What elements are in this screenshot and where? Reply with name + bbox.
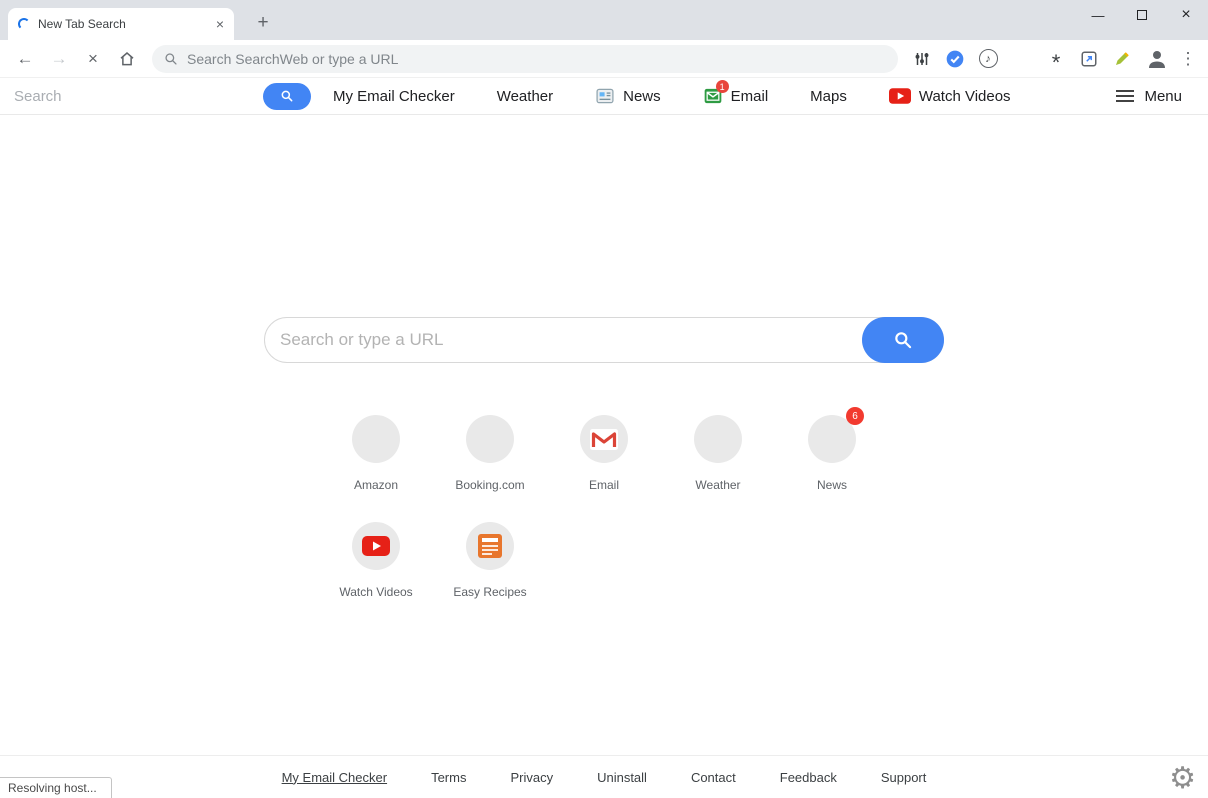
loading-spinner-icon bbox=[18, 18, 30, 30]
link-label: Maps bbox=[810, 88, 847, 105]
link-label: Watch Videos bbox=[919, 88, 1011, 105]
link-label: My Email Checker bbox=[333, 88, 455, 105]
person-icon bbox=[1145, 47, 1169, 71]
back-button[interactable]: ← bbox=[11, 45, 39, 73]
tab-close-icon[interactable]: × bbox=[216, 17, 224, 31]
profile-avatar[interactable] bbox=[1144, 46, 1170, 72]
stop-button[interactable]: × bbox=[79, 45, 107, 73]
toolbar-links: My Email Checker Weather News 1 Email Ma… bbox=[333, 86, 1011, 106]
new-tab-button[interactable]: + bbox=[250, 10, 276, 36]
tab-title: New Tab Search bbox=[38, 17, 208, 31]
shortcut-amazon[interactable]: Amazon bbox=[319, 415, 433, 492]
footer-link-terms[interactable]: Terms bbox=[431, 770, 466, 785]
window-controls: — × bbox=[1076, 0, 1208, 30]
window-maximize-button[interactable] bbox=[1120, 0, 1164, 30]
toolbar-link-email[interactable]: 1 Email bbox=[703, 86, 769, 106]
news-placeholder-icon: 6 bbox=[808, 415, 856, 463]
toolbar-menu-button[interactable]: Menu bbox=[1116, 88, 1182, 105]
shortcut-label: Weather bbox=[695, 478, 740, 492]
music-note-icon: ♪ bbox=[979, 49, 998, 68]
music-extension-icon[interactable]: ♪ bbox=[978, 49, 998, 69]
footer-link-uninstall[interactable]: Uninstall bbox=[597, 770, 647, 785]
shortcut-label: Email bbox=[589, 478, 619, 492]
page-search bbox=[264, 317, 944, 363]
shortcuts-grid: Amazon Booking.com Email Weather 6 News bbox=[319, 415, 889, 599]
footer-link-contact[interactable]: Contact bbox=[691, 770, 736, 785]
toolbar-search-button[interactable] bbox=[263, 83, 311, 110]
link-label: Email bbox=[731, 88, 769, 105]
shortcut-label: Easy Recipes bbox=[453, 585, 526, 599]
youtube-icon bbox=[352, 522, 400, 570]
video-play-icon bbox=[889, 88, 911, 104]
search-icon bbox=[893, 330, 913, 350]
shortcut-weather[interactable]: Weather bbox=[661, 415, 775, 492]
shortcut-label: News bbox=[817, 478, 847, 492]
news-badge: 6 bbox=[846, 407, 864, 425]
shortcut-label: Watch Videos bbox=[339, 585, 412, 599]
shortcut-email[interactable]: Email bbox=[547, 415, 661, 492]
equalizer-extension-icon[interactable] bbox=[912, 49, 932, 69]
toolbar-link-email-checker[interactable]: My Email Checker bbox=[333, 88, 455, 105]
link-label: News bbox=[623, 88, 661, 105]
shortcut-watch-videos[interactable]: Watch Videos bbox=[319, 522, 433, 599]
shortcut-label: Booking.com bbox=[455, 478, 524, 492]
share-extension-icon[interactable] bbox=[1079, 49, 1099, 69]
footer-link-support[interactable]: Support bbox=[881, 770, 927, 785]
toolbar-link-weather[interactable]: Weather bbox=[497, 88, 553, 105]
settings-gear-icon[interactable]: ⚙ bbox=[1169, 764, 1196, 794]
amazon-placeholder-icon bbox=[352, 415, 400, 463]
window-minimize-button[interactable]: — bbox=[1076, 0, 1120, 30]
toolbar-link-news[interactable]: News bbox=[595, 86, 661, 106]
shortcut-news[interactable]: 6 News bbox=[775, 415, 889, 492]
maximize-icon bbox=[1137, 10, 1147, 20]
browser-toolbar: ← → × Search SearchWeb or type a URL ♪ * bbox=[0, 40, 1208, 78]
browser-window: New Tab Search × + — × ← → × Search Sear… bbox=[0, 0, 1208, 798]
hamburger-icon bbox=[1116, 90, 1134, 102]
status-bubble: Resolving host... bbox=[0, 777, 112, 798]
page-footer: My Email Checker Terms Privacy Uninstall… bbox=[0, 755, 1208, 798]
site-toolbar: My Email Checker Weather News 1 Email Ma… bbox=[0, 78, 1208, 115]
dark-extension-icon[interactable]: * bbox=[1046, 49, 1066, 69]
home-button[interactable] bbox=[113, 45, 141, 73]
gmail-icon bbox=[580, 415, 628, 463]
shortcut-booking[interactable]: Booking.com bbox=[433, 415, 547, 492]
email-badge: 1 bbox=[716, 80, 729, 93]
toolbar-link-maps[interactable]: Maps bbox=[810, 88, 847, 105]
page-search-input[interactable] bbox=[264, 317, 944, 363]
footer-link-email-checker[interactable]: My Email Checker bbox=[282, 770, 387, 785]
address-bar[interactable]: Search SearchWeb or type a URL bbox=[152, 45, 898, 73]
browser-menu-button[interactable]: ⋮ bbox=[1176, 45, 1200, 73]
footer-link-privacy[interactable]: Privacy bbox=[510, 770, 553, 785]
shortcut-easy-recipes[interactable]: Easy Recipes bbox=[433, 522, 547, 599]
address-bar-placeholder: Search SearchWeb or type a URL bbox=[187, 51, 398, 67]
forward-button[interactable]: → bbox=[45, 45, 73, 73]
booking-placeholder-icon bbox=[466, 415, 514, 463]
footer-link-feedback[interactable]: Feedback bbox=[780, 770, 837, 785]
toolbar-link-watch-videos[interactable]: Watch Videos bbox=[889, 88, 1011, 105]
weather-placeholder-icon bbox=[694, 415, 742, 463]
menu-label: Menu bbox=[1144, 88, 1182, 105]
extensions-area: ♪ * bbox=[912, 49, 1132, 69]
tab-strip: New Tab Search × + — × bbox=[0, 0, 1208, 40]
link-label: Weather bbox=[497, 88, 553, 105]
search-icon bbox=[280, 89, 294, 103]
shortcut-label: Amazon bbox=[354, 478, 398, 492]
recipes-icon bbox=[466, 522, 514, 570]
shield-check-extension-icon[interactable] bbox=[945, 49, 965, 69]
search-icon bbox=[164, 52, 178, 66]
news-icon bbox=[595, 86, 615, 106]
home-icon bbox=[118, 50, 136, 68]
highlighter-extension-icon[interactable] bbox=[1112, 49, 1132, 69]
browser-tab[interactable]: New Tab Search × bbox=[8, 8, 234, 40]
page-search-button[interactable] bbox=[862, 317, 944, 363]
toolbar-search-input[interactable] bbox=[0, 81, 250, 111]
window-close-button[interactable]: × bbox=[1164, 0, 1208, 30]
email-icon: 1 bbox=[703, 86, 723, 106]
